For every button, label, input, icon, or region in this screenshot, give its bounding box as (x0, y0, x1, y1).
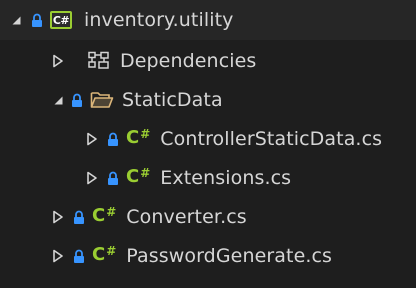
csharp-file-icon: C # (92, 244, 117, 265)
tree-item-extensions-file[interactable]: C # Extensions.cs (0, 158, 416, 198)
solution-explorer-tree: C# inventory.utility Dependencies Static… (0, 0, 416, 288)
tree-item-label: PasswordGenerate.cs (126, 245, 333, 267)
tree-item-controllerstaticdata-file[interactable]: C # ControllerStaticData.cs (0, 119, 416, 159)
tree-item-converter-file[interactable]: C # Converter.cs (0, 197, 416, 237)
collapsed-chevron-icon[interactable] (50, 209, 66, 225)
tree-item-label: Extensions.cs (160, 167, 292, 189)
collapsed-chevron-icon[interactable] (50, 53, 66, 69)
lock-icon (106, 131, 120, 147)
tree-item-label: StaticData (122, 89, 223, 111)
tree-item-label: ControllerStaticData.cs (160, 128, 383, 150)
expanded-chevron-icon[interactable] (8, 12, 24, 28)
folder-open-icon (90, 90, 114, 110)
lock-icon (70, 92, 84, 108)
collapsed-chevron-icon[interactable] (84, 170, 100, 186)
tree-item-label: Dependencies (120, 50, 257, 72)
project-name: inventory.utility (84, 9, 234, 31)
tree-item-project[interactable]: C# inventory.utility (0, 0, 416, 40)
tree-item-dependencies[interactable]: Dependencies (0, 41, 416, 81)
lock-icon (72, 209, 86, 225)
collapsed-chevron-icon[interactable] (50, 248, 66, 264)
tree-item-passwordgenerate-file[interactable]: C # PasswordGenerate.cs (0, 236, 416, 276)
tree-item-staticdata-folder[interactable]: StaticData (0, 80, 416, 120)
csharp-file-icon: C # (126, 166, 151, 187)
lock-icon (106, 170, 120, 186)
csharp-file-icon: C # (126, 127, 151, 148)
lock-icon (72, 248, 86, 264)
dependencies-icon (88, 51, 110, 71)
csharp-project-icon: C# (50, 11, 72, 29)
collapsed-chevron-icon[interactable] (84, 131, 100, 147)
tree-item-label: Converter.cs (126, 206, 247, 228)
lock-icon (30, 12, 44, 28)
csharp-file-icon: C # (92, 205, 117, 226)
expanded-chevron-icon[interactable] (50, 92, 66, 108)
